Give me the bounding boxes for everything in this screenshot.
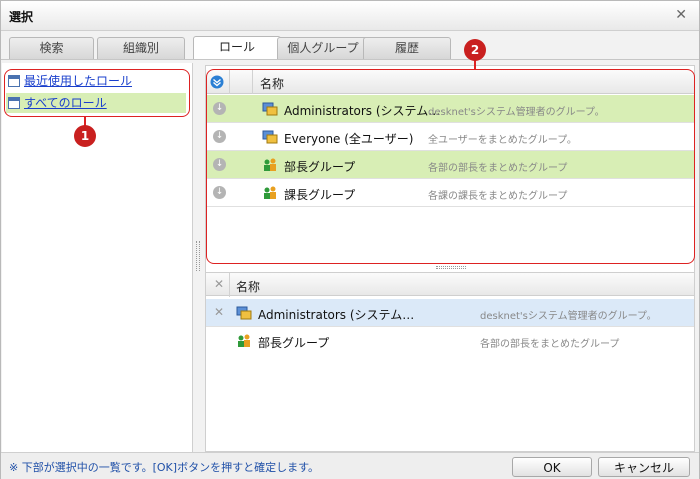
people-group-icon	[238, 334, 250, 347]
group-description: 各部の部長をまとめたグループ	[480, 339, 620, 350]
column-header-name[interactable]: 名称	[236, 278, 260, 295]
tab-label: 検索	[39, 41, 64, 55]
remove-all-icon[interactable]: ✕	[214, 277, 224, 291]
cancel-button[interactable]: キャンセル	[598, 457, 690, 477]
horizontal-splitter-handle[interactable]	[436, 266, 466, 269]
annotation-badge-1: 1	[74, 125, 96, 147]
tab-label: 履歴	[394, 41, 419, 55]
ok-button[interactable]: OK	[512, 457, 592, 477]
vertical-splitter-handle[interactable]	[196, 241, 200, 271]
tab-label: 組織別	[122, 41, 159, 55]
annotation-badge-2: 2	[464, 39, 486, 61]
group-name: 部長グループ	[258, 336, 330, 350]
table-row[interactable]: ✕ Administrators (システム… desknet'sシステム管理者…	[206, 299, 694, 327]
close-icon[interactable]: ✕	[675, 7, 687, 23]
table-row[interactable]: 部長グループ 各部の部長をまとめたグループ	[206, 327, 694, 355]
role-list-pane: 最近使用したロール すべてのロール	[2, 63, 193, 452]
footer-note: ※ 下部が選択中の一覧です。[OK]ボタンを押すと確定します。	[9, 461, 319, 474]
tab-by-organization[interactable]: 組織別	[97, 37, 185, 59]
annotation-box-2	[206, 69, 695, 264]
tab-label: 個人グループ	[287, 41, 359, 55]
tab-history[interactable]: 履歴	[363, 37, 451, 59]
tab-divider	[1, 59, 699, 60]
tab-personal-group[interactable]: 個人グループ	[277, 37, 369, 59]
tab-label: ロール	[218, 40, 255, 54]
dialog-title: 選択	[9, 10, 34, 24]
bottom-table-header: ✕ 名称	[206, 272, 694, 297]
annotation-box-1	[4, 69, 190, 117]
admin-group-icon	[236, 306, 252, 320]
remove-icon[interactable]: ✕	[214, 305, 224, 319]
column-separator	[229, 273, 230, 297]
group-name: Administrators (システム…	[258, 308, 415, 322]
title-bar: 選択 ✕	[1, 1, 699, 31]
group-description: desknet'sシステム管理者のグループ。	[480, 311, 657, 322]
tab-role[interactable]: ロール	[193, 36, 281, 60]
tab-bar: 検索 組織別 ロール 個人グループ 履歴	[9, 36, 693, 61]
select-dialog: 選択 ✕ 検索 組織別 ロール 個人グループ 履歴 最近使用したロール すべての…	[0, 0, 700, 479]
tab-search[interactable]: 検索	[9, 37, 94, 59]
dialog-footer: ※ 下部が選択中の一覧です。[OK]ボタンを押すと確定します。 OK キャンセル	[1, 452, 699, 479]
